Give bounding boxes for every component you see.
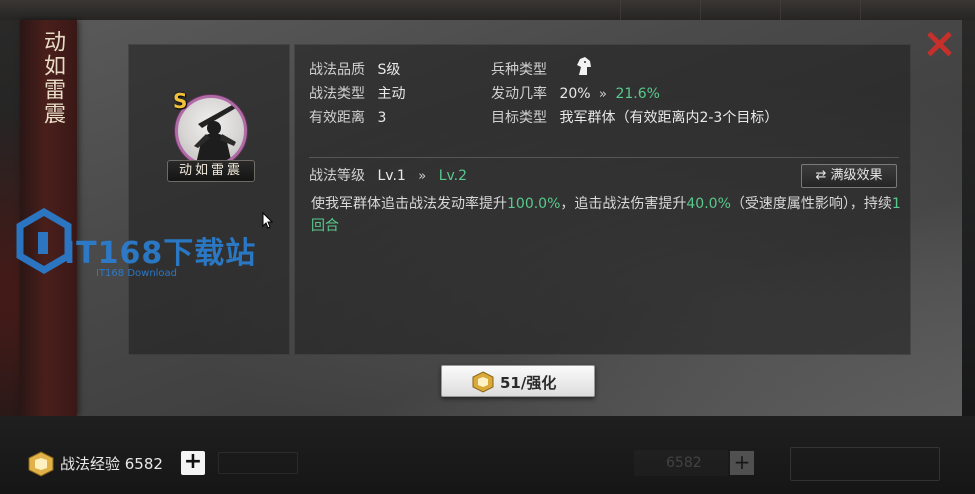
- desc-text: ，追击战法伤害提升: [560, 196, 687, 212]
- max-level-effect-label: 满级效果: [830, 168, 883, 183]
- type-row: 战法类型 主动: [309, 83, 405, 103]
- add-experience-button[interactable]: +: [181, 451, 205, 475]
- range-label: 有效距离: [309, 110, 365, 126]
- desc-value: 100.0%: [507, 196, 561, 212]
- skill-info-panel: 战法品质 S级 兵种类型 战法类型 主动 发动几率 20% » 21.6% 有效…: [294, 44, 911, 355]
- warrior-silhouette-icon: [194, 104, 236, 164]
- watermark-text: IT168下载站: [64, 236, 257, 271]
- rate-current: 20%: [559, 86, 591, 102]
- watermark: IT168下载站 IT168 Download: [14, 207, 274, 283]
- double-chevron-icon: »: [418, 169, 427, 184]
- skill-experience: 战法经验 6582: [60, 455, 163, 473]
- background-action-button: [790, 447, 940, 481]
- horse-head-icon: [577, 57, 591, 75]
- quality-row: 战法品质 S级: [309, 59, 400, 79]
- desc-value: 40.0%: [686, 196, 731, 212]
- troop-label: 兵种类型: [491, 62, 547, 78]
- level-next: Lv.2: [438, 168, 468, 184]
- rate-row: 发动几率 20% » 21.6%: [491, 83, 660, 103]
- target-value: 我军群体（有效距离内2-3个目标）: [559, 110, 779, 126]
- type-label: 战法类型: [309, 86, 365, 102]
- skill-title: 动如雷震: [40, 30, 65, 126]
- double-chevron-icon: »: [599, 87, 607, 102]
- level-current: Lv.1: [377, 168, 406, 184]
- background-top-tabs: [0, 0, 975, 20]
- swap-arrows-icon: ⇄: [815, 168, 827, 183]
- rate-label: 发动几率: [491, 86, 547, 102]
- troop-row: 兵种类型: [491, 59, 547, 79]
- skill-experience-icon: [28, 451, 54, 477]
- quality-label: 战法品质: [309, 62, 365, 78]
- target-row: 目标类型 我军群体（有效距离内2-3个目标）: [491, 107, 778, 127]
- background-currency: 6582: [634, 450, 728, 476]
- skill-description: 使我军群体追击战法发动率提升100.0%，追击战法伤害提升40.0%（受速度属性…: [311, 193, 901, 237]
- divider: [309, 157, 899, 158]
- enhance-button[interactable]: 51/强化: [441, 365, 595, 397]
- desc-text: 使我军群体追击战法发动率提升: [311, 196, 507, 212]
- level-row: 战法等级 Lv.1 » Lv.2: [309, 165, 467, 185]
- range-value: 3: [377, 110, 387, 126]
- rate-next: 21.6%: [615, 86, 660, 102]
- range-row: 有效距离 3: [309, 107, 386, 127]
- watermark-subtext: IT168 Download: [96, 268, 178, 279]
- max-level-effect-button[interactable]: ⇄ 满级效果: [801, 164, 897, 188]
- background-plus-button: +: [730, 451, 754, 475]
- type-value: 主动: [377, 86, 406, 102]
- mouse-cursor-icon: [262, 212, 274, 229]
- grade-badge: S: [173, 89, 188, 113]
- level-label: 战法等级: [309, 168, 365, 184]
- background-sort-button: [218, 452, 298, 474]
- target-label: 目标类型: [491, 110, 547, 126]
- skill-nameplate: 动如雷震: [167, 160, 255, 182]
- desc-text: （受速度属性影响），持续: [730, 196, 892, 212]
- enhance-label: 51/强化: [500, 374, 557, 392]
- skill-portrait-panel: S 动如雷震: [128, 44, 290, 355]
- close-button[interactable]: [926, 30, 952, 56]
- quality-value: S级: [377, 62, 401, 78]
- skill-book-icon: [472, 371, 494, 393]
